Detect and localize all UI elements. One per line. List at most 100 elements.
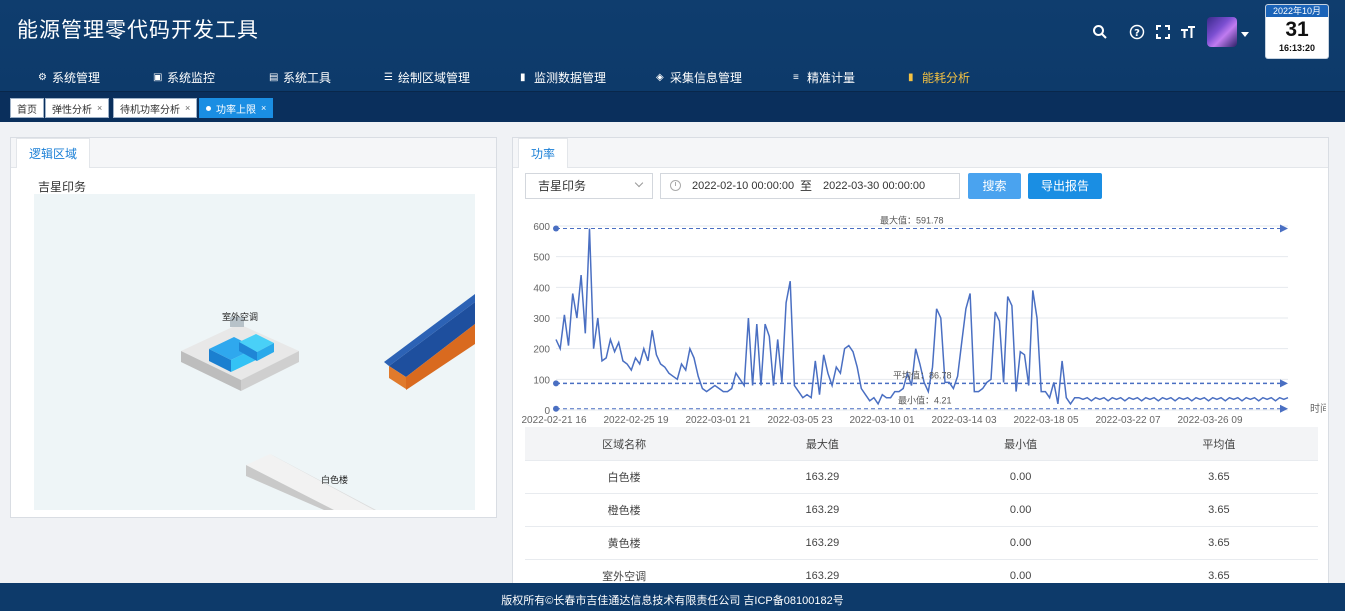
- nav-item-precise-metering[interactable]: ≡ 精准计量: [793, 69, 855, 86]
- area-select[interactable]: 吉星印务: [525, 173, 653, 199]
- close-icon[interactable]: ×: [97, 103, 102, 113]
- logic-area-panel: 逻辑区域 吉星印务 室外空调 白色楼: [10, 137, 497, 518]
- panel-tabbar: 功率: [513, 138, 1328, 168]
- sliders-icon: ≡: [793, 71, 799, 83]
- cell-area: 白色楼: [607, 472, 641, 484]
- cell-avg: 3.65: [1208, 504, 1230, 516]
- date-end[interactable]: 2022-03-30 00:00:00: [823, 174, 925, 198]
- date-start[interactable]: 2022-02-10 00:00:00: [692, 174, 794, 198]
- avg-marker-arrow: [1280, 379, 1288, 388]
- cell-min: 0.00: [1009, 471, 1032, 483]
- label-outdoor-ac: 室外空调: [222, 312, 259, 322]
- cell-avg: 3.65: [1208, 537, 1230, 549]
- col-header-min: 最小值: [1004, 438, 1038, 451]
- cell-area: 室外空调: [602, 571, 647, 583]
- y-tick-label: 200: [533, 345, 550, 356]
- calendar-day: 31: [1285, 18, 1309, 41]
- nav-item-system-management[interactable]: ⚙ 系统管理: [38, 69, 100, 86]
- nav-item-system-monitor[interactable]: ▣ 系统监控: [153, 69, 215, 86]
- date-range-picker[interactable]: 2022-02-10 00:00:00 至 2022-03-30 00:00:0…: [660, 173, 960, 199]
- close-icon[interactable]: ×: [185, 103, 190, 113]
- cell-min: 0.00: [1009, 504, 1032, 516]
- fullscreen-icon[interactable]: [1153, 22, 1173, 42]
- cell-max: 163.29: [805, 537, 840, 549]
- date-separator: 至: [800, 179, 813, 193]
- x-tick-label: 2022-02-25 19: [603, 415, 668, 426]
- tab-power-limit[interactable]: 功率上限 ×: [199, 98, 274, 118]
- gear-icon: ⚙: [38, 71, 47, 83]
- monitor-icon: ▣: [153, 71, 163, 83]
- footer-copyright: 版权所有©长春市吉佳通达信息技术有限责任公司 吉ICP备08100182号: [0, 583, 1345, 611]
- nav-item-collect-info[interactable]: ◈ 采集信息管理: [656, 69, 742, 86]
- x-tick-label: 2022-03-14 03: [931, 415, 996, 426]
- nav-item-draw-area[interactable]: ☰ 绘制区域管理: [384, 69, 470, 86]
- tab-logic-area[interactable]: 逻辑区域: [16, 138, 91, 168]
- x-axis-label: 时间: [1310, 402, 1326, 415]
- top-header: 能源管理零代码开发工具 ? 2022年10月 31 16:13:20 ⚙ 系统管理…: [0, 0, 1345, 91]
- y-tick-label: 100: [533, 375, 550, 386]
- cell-max: 163.29: [805, 570, 840, 582]
- user-avatar[interactable]: [1207, 17, 1237, 47]
- white-building-model[interactable]: [246, 454, 376, 510]
- search-icon[interactable]: [1090, 22, 1110, 42]
- app-title: 能源管理零代码开发工具: [17, 18, 259, 42]
- chevron-down-icon[interactable]: [1241, 32, 1249, 37]
- outdoor-ac-model[interactable]: [181, 317, 299, 391]
- cell-min: 0.00: [1009, 537, 1032, 549]
- label-white-building: 白色楼: [321, 475, 349, 485]
- tab-standby-power[interactable]: 待机功率分析 ×: [113, 98, 198, 118]
- power-panel: 功率 吉星印务 2022-02-10 00:00:00 至 2022-03-30…: [512, 137, 1329, 584]
- chevron-down-icon: [634, 178, 644, 188]
- calendar-time: 16:13:20: [1278, 43, 1316, 53]
- area-scene: 室外空调 白色楼: [34, 194, 475, 510]
- orange-building-model[interactable]: [384, 294, 475, 390]
- x-tick-label: 2022-03-01 21: [685, 415, 750, 426]
- page-tabs: 首页 弹性分析 × 待机功率分析 × 功率上限 ×: [0, 91, 1345, 122]
- y-tick-label: 400: [533, 283, 550, 294]
- list-icon: ☰: [384, 71, 393, 83]
- nav-item-monitor-data[interactable]: ▮ 监测数据管理: [520, 69, 606, 86]
- max-marker-start: [553, 225, 559, 232]
- x-tick-label: 2022-03-10 01: [849, 415, 914, 426]
- col-header-max: 最大值: [805, 438, 839, 451]
- active-dot-icon: [206, 105, 211, 111]
- main-nav: ⚙ 系统管理 ▣ 系统监控 ▤ 系统工具 ☰ 绘制区域管理 ▮ 监测数据管理 ◈ 采集信息管…: [0, 62, 1345, 91]
- panel-tabbar: 逻辑区域: [11, 138, 496, 168]
- table-row: 黄色楼 163.29 0.00 3.65: [525, 527, 1318, 560]
- collect-icon: ◈: [656, 71, 664, 83]
- cell-max: 163.29: [805, 504, 840, 516]
- min-marker-start: [553, 405, 559, 412]
- export-report-button[interactable]: 导出报告: [1028, 173, 1102, 199]
- help-icon[interactable]: ?: [1127, 22, 1147, 42]
- cell-area: 橙色楼: [607, 505, 641, 517]
- clock-icon: [670, 180, 681, 191]
- search-button[interactable]: 搜索: [968, 173, 1021, 199]
- isometric-scene: [181, 294, 475, 510]
- font-size-icon[interactable]: [1178, 22, 1198, 42]
- area-stats-table: 区域名称 最大值 最小值 平均值 白色楼 163.29 0.00 3.65 橙色…: [525, 427, 1318, 583]
- table-header-row: 区域名称 最大值 最小值 平均值: [525, 427, 1318, 461]
- avg-marker-start: [553, 380, 559, 387]
- nav-item-system-tools[interactable]: ▤ 系统工具: [269, 69, 331, 86]
- nav-item-energy-analysis[interactable]: ▮ 能耗分析: [908, 69, 970, 86]
- avg-marker-label: 平均值：86.78: [893, 369, 952, 380]
- tab-home[interactable]: 首页: [10, 98, 44, 118]
- cell-max: 163.29: [805, 471, 840, 483]
- min-marker-label: 最小值：4.21: [898, 395, 952, 406]
- tab-elasticity-analysis[interactable]: 弹性分析 ×: [45, 98, 110, 118]
- bar-chart-icon: ▮: [908, 71, 914, 83]
- table-row: 室外空调 163.29 0.00 3.65: [525, 560, 1318, 583]
- close-icon[interactable]: ×: [261, 103, 266, 113]
- power-line-chart: 01002003004005006002022-02-21 16 2022-02-…: [521, 215, 1326, 426]
- x-tick-label: 2022-03-05 23: [767, 415, 832, 426]
- tab-power[interactable]: 功率: [518, 138, 569, 168]
- min-marker-arrow: [1280, 404, 1288, 413]
- col-header-area: 区域名称: [602, 438, 647, 451]
- max-marker-label: 最大值：591.78: [880, 215, 944, 226]
- table-row: 白色楼 163.29 0.00 3.65: [525, 461, 1318, 494]
- col-header-avg: 平均值: [1202, 438, 1236, 451]
- y-tick-label: 300: [533, 314, 550, 325]
- calendar-widget: 2022年10月 31 16:13:20: [1266, 5, 1328, 58]
- cell-avg: 3.65: [1208, 471, 1230, 483]
- calendar-month: 2022年10月: [1266, 5, 1328, 17]
